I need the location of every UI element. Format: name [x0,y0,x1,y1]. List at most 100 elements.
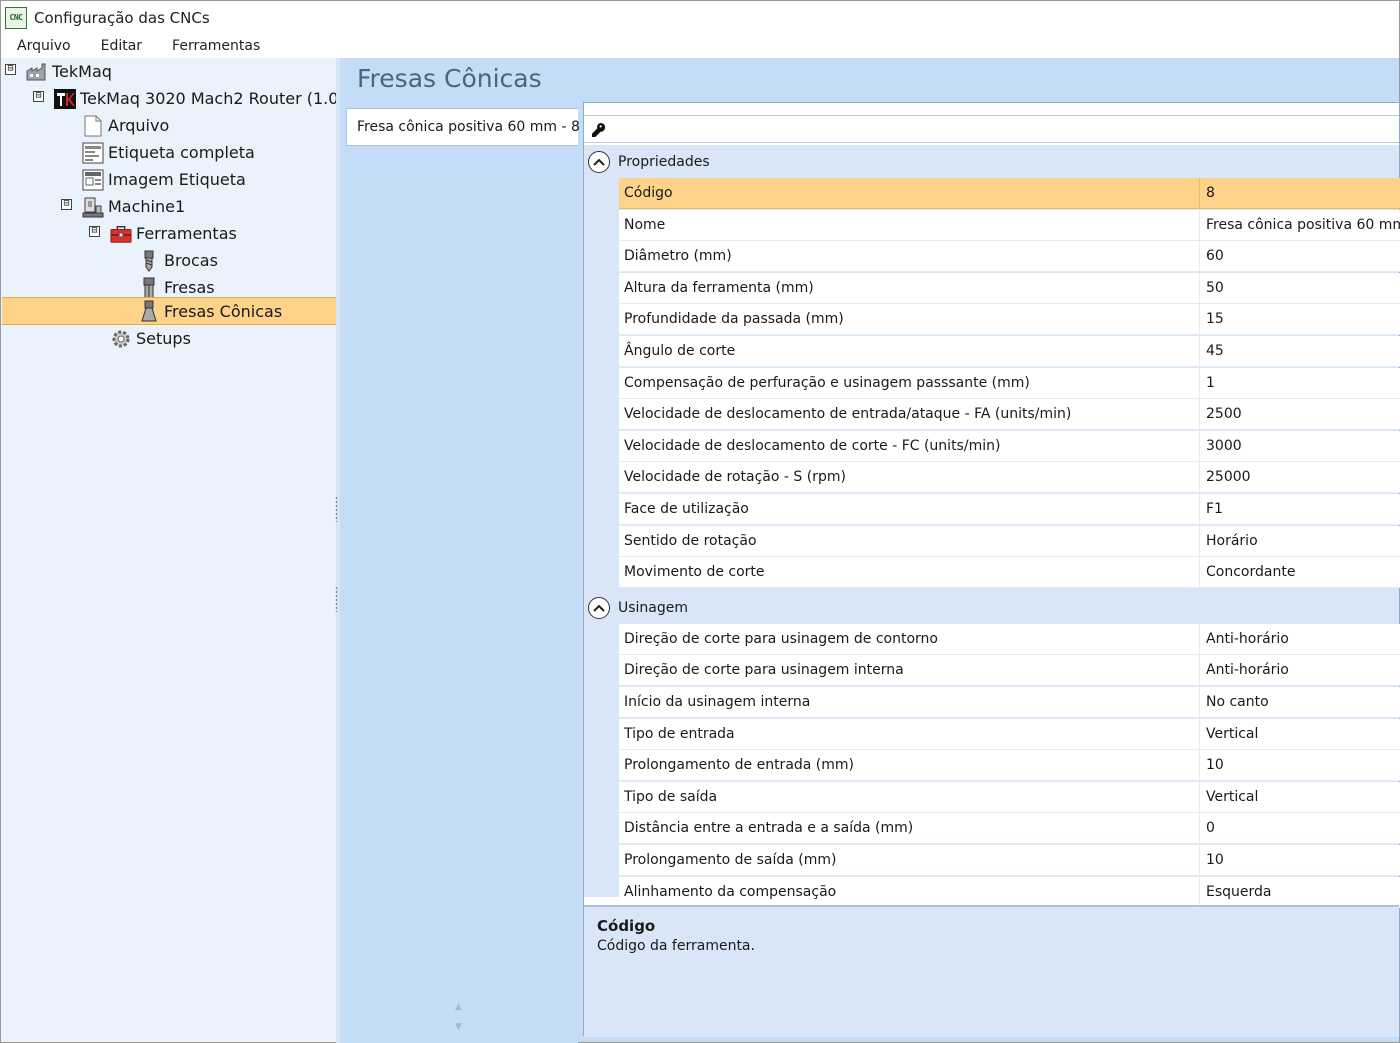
property-value[interactable]: Anti-horário [1199,655,1400,687]
property-value[interactable]: 25000 [1199,462,1400,494]
property-value[interactable]: 10 [1199,845,1400,876]
property-name: Face de utilização [624,501,749,517]
tree-item-tekmaq[interactable]: TekMaq [26,58,112,85]
property-value[interactable]: 1 [1199,367,1400,399]
description-title: Código [597,917,656,935]
collapse-toggle[interactable]: ⊟ [61,199,72,210]
property-value[interactable]: Fresa cônica positiva 60 mm [1199,209,1400,241]
tree-item-label: Brocas [164,251,218,270]
property-row[interactable]: Ângulo de corte 45 [619,336,1400,367]
menu-ferramentas[interactable]: Ferramentas [172,38,260,54]
menu-arquivo[interactable]: Arquivo [17,38,71,54]
category-propriedades[interactable]: Propriedades [584,147,1399,177]
tree-item-label: Etiqueta completa [108,143,255,162]
property-value[interactable]: 8 [1199,178,1400,209]
property-value[interactable]: Vertical [1199,781,1400,813]
property-value[interactable]: 15 [1199,304,1400,336]
menu-editar[interactable]: Editar [101,38,142,54]
property-row[interactable]: Profundidade da passada (mm) 15 [619,304,1400,336]
property-value[interactable]: 45 [1199,336,1400,367]
property-value[interactable]: Horário [1199,525,1400,557]
collapse-chevron-icon[interactable] [588,151,610,173]
property-value[interactable]: No canto [1199,687,1400,718]
tree-item-ferramentas[interactable]: Ferramentas [110,220,237,247]
property-row[interactable]: Velocidade de deslocamento de corte - FC… [619,430,1400,462]
property-row[interactable]: Prolongamento de entrada (mm) 10 [619,750,1400,782]
property-value[interactable]: 60 [1199,241,1400,273]
property-name: Diâmetro (mm) [624,248,732,265]
page-title: Fresas Cônicas [357,64,542,93]
property-row[interactable]: Tipo de saída Vertical [619,781,1400,813]
property-value[interactable]: Esquerda [1199,876,1400,908]
property-row[interactable]: Direção de corte para usinagem interna An… [619,655,1400,687]
property-row[interactable]: Face de utilização F1 [619,494,1400,525]
list-item[interactable]: Fresa cônica positiva 60 mm - 8 [346,108,580,146]
property-row[interactable]: Sentido de rotação Horário [619,525,1400,557]
property-row[interactable]: Tipo de entrada Vertical [619,718,1400,750]
property-row[interactable]: Início da usinagem interna No canto [619,687,1400,718]
property-row[interactable]: Prolongamento de saída (mm) 10 [619,845,1400,876]
splitter-grip[interactable] [335,496,338,522]
tree-item-etiqueta-completa[interactable]: Etiqueta completa [82,139,255,166]
property-name: Direção de corte para usinagem de contor… [624,630,938,647]
property-value[interactable]: 10 [1199,750,1400,782]
property-name: Direção de corte para usinagem interna [624,662,904,679]
property-value[interactable]: F1 [1199,494,1400,525]
tree-item-brocas[interactable]: Brocas [138,247,218,274]
category-label: Propriedades [618,154,710,170]
splitter-grip[interactable] [335,586,338,612]
property-row[interactable]: Movimento de corte Concordante [619,557,1400,589]
property-row[interactable]: Direção de corte para usinagem de contor… [619,623,1400,655]
tree-item-imagem-etiqueta[interactable]: Imagem Etiqueta [82,166,246,193]
property-row[interactable]: Distância entre a entrada e a saída (mm)… [619,813,1400,845]
property-name: Prolongamento de saída (mm) [624,852,837,868]
wrench-icon[interactable] [591,122,607,142]
gear-icon [110,328,132,350]
property-value[interactable]: 3000 [1199,430,1400,462]
property-value[interactable]: 2500 [1199,399,1400,431]
property-list: Propriedades Código 8 Nome Fresa cônica posi… [584,145,1400,908]
property-value[interactable]: 50 [1199,272,1400,304]
property-name: Código [624,185,673,201]
property-row[interactable]: Compensação de perfuração e usinagem pas… [619,367,1400,399]
property-name: Tipo de saída [624,788,718,805]
property-value[interactable]: Concordante [1199,557,1400,589]
description-panel: Código Código da ferramenta. [584,905,1399,1037]
tree-item-arquivo[interactable]: Arquivo [82,112,169,139]
property-row[interactable]: Código 8 [619,178,1400,209]
property-row[interactable]: Velocidade de deslocamento de entrada/at… [619,399,1400,431]
property-value[interactable]: Anti-horário [1199,623,1400,655]
collapse-toggle[interactable]: ⊟ [5,64,16,75]
property-name: Altura da ferramenta (mm) [624,279,814,296]
end-mill-icon [138,277,160,299]
property-row[interactable]: Alinhamento da compensação Esquerda [619,876,1400,908]
tree-item-machine1[interactable]: Machine1 [82,193,185,220]
tk-logo-icon [54,88,76,110]
property-name: Velocidade de deslocamento de entrada/at… [624,406,1072,423]
property-row[interactable]: Altura da ferramenta (mm) 50 [619,272,1400,304]
conical-mill-icon [138,300,160,322]
scroll-up-icon[interactable]: ▲ [455,1002,462,1012]
machine-icon [82,196,104,218]
property-value[interactable]: Vertical [1199,718,1400,750]
tree-item-router[interactable]: TekMaq 3020 Mach2 Router (1.0) [54,85,345,112]
drill-bit-icon [138,250,160,272]
tree-item-label: TekMaq [52,62,112,81]
property-name: Nome [624,216,666,233]
collapse-chevron-icon[interactable] [588,596,610,619]
collapse-toggle[interactable]: ⊟ [89,226,100,237]
property-value[interactable]: 0 [1199,813,1400,845]
property-row[interactable]: Velocidade de rotação - S (rpm) 25000 [619,462,1400,494]
property-name: Prolongamento de entrada (mm) [624,757,855,774]
machine-tree: ⊟ TekMaq ⊟ TekMaq 3020 Mach2 Router (1.0… [0,58,345,1043]
property-row[interactable]: Diâmetro (mm) 60 [619,241,1400,273]
collapse-toggle[interactable]: ⊟ [33,91,44,102]
property-name: Movimento de corte [624,564,765,581]
toolbox-icon [110,223,132,245]
scroll-down-icon[interactable]: ▼ [455,1022,462,1032]
tree-item-setups[interactable]: Setups [110,325,191,352]
category-usinagem[interactable]: Usinagem [584,592,1399,623]
property-row[interactable]: Nome Fresa cônica positiva 60 mm [619,209,1400,241]
property-name: Ângulo de corte [624,343,736,359]
tree-item-fresas-conicas[interactable]: Fresas Cônicas [2,297,336,325]
